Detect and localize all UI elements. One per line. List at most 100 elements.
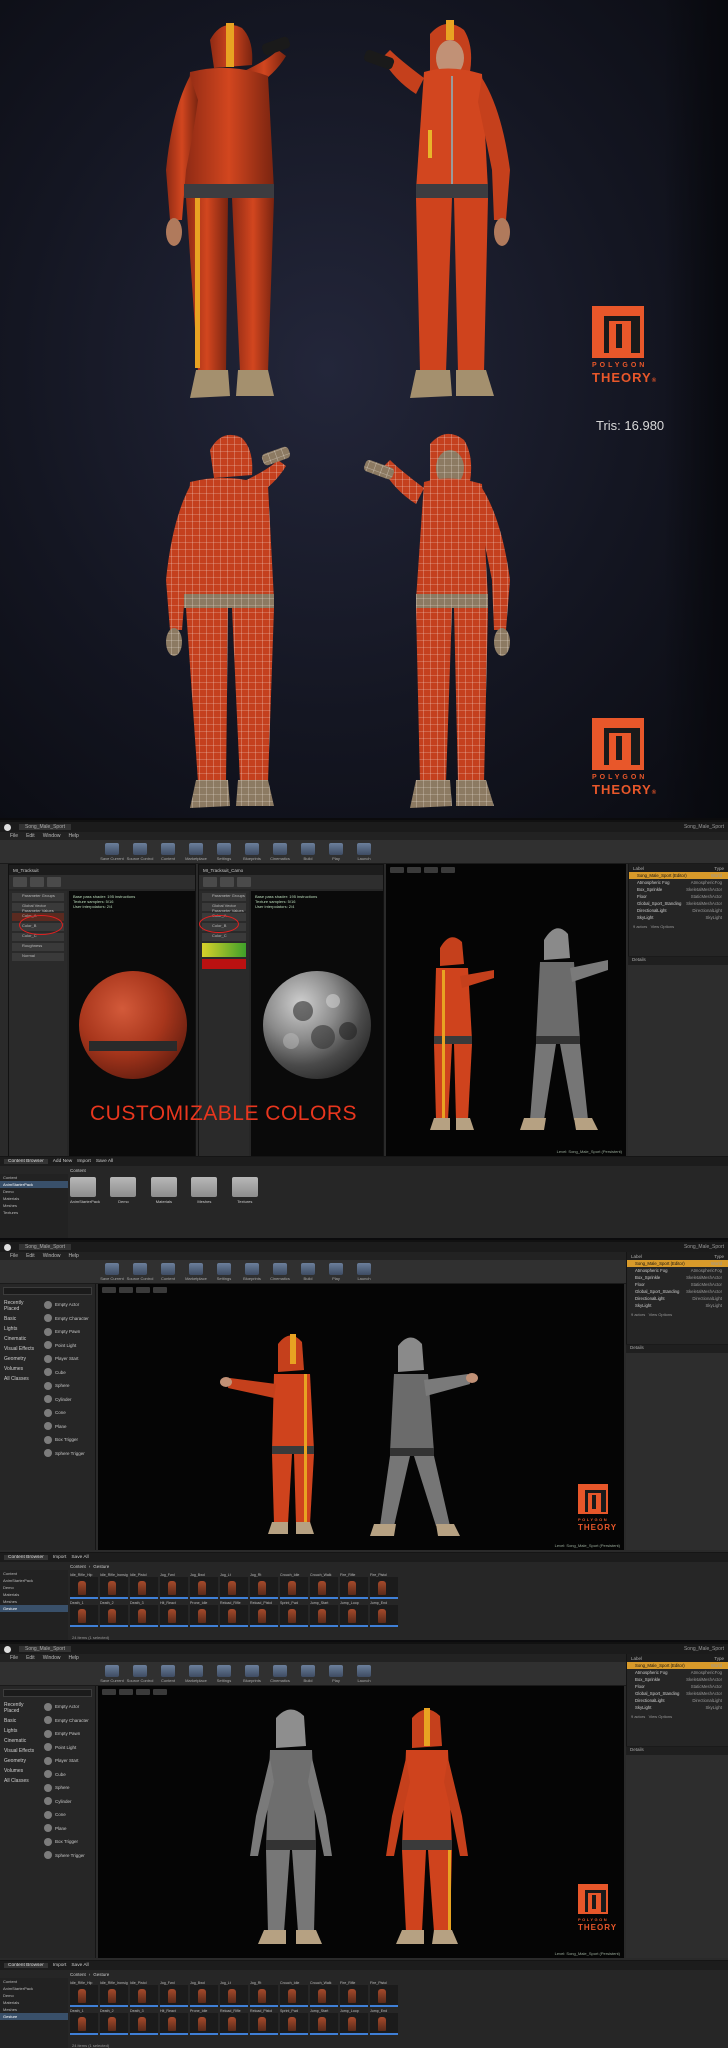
place-actor-item[interactable]: Empty Actor bbox=[0, 1298, 96, 1312]
level-viewport[interactable]: POLYGON THEORY Level: Song_Male_Sport (P… bbox=[98, 1284, 624, 1550]
tree-item[interactable]: Textures bbox=[0, 1209, 68, 1216]
save-all-button[interactable]: Save All bbox=[71, 1555, 88, 1560]
animation-asset[interactable]: Fire_Pistol bbox=[370, 1573, 398, 1599]
outliner-row[interactable]: Global_Sport_Standing SkeletalMeshActor bbox=[627, 1690, 728, 1697]
vp-menu[interactable] bbox=[102, 1689, 116, 1695]
level-tab[interactable]: Song_Male_Sport bbox=[19, 1244, 72, 1250]
place-actor-item[interactable]: Empty Pawn bbox=[0, 1325, 96, 1339]
place-actor-item[interactable]: Cone bbox=[0, 1406, 96, 1420]
tree-item[interactable]: Gesture bbox=[0, 2013, 68, 2020]
color-swatch-red[interactable] bbox=[202, 959, 246, 969]
outliner-row[interactable]: SkyLight SkyLight bbox=[627, 1302, 728, 1309]
toolbar-settings-button[interactable]: Settings bbox=[212, 1262, 236, 1282]
menu-edit[interactable]: Edit bbox=[26, 833, 35, 839]
animation-asset[interactable]: Jog_Fwd bbox=[160, 1573, 188, 1599]
place-actor-item[interactable]: Empty Character bbox=[0, 1714, 96, 1728]
tree-item[interactable]: AnimStarterPack bbox=[0, 1985, 68, 1992]
menu-edit[interactable]: Edit bbox=[26, 1253, 35, 1259]
tree-item[interactable]: Meshes bbox=[0, 1202, 68, 1209]
content-browser-tab[interactable]: Content Browser bbox=[4, 1963, 48, 1968]
place-actor-item[interactable]: Empty Character bbox=[0, 1312, 96, 1326]
animation-asset[interactable]: Idle_Rifle_Hip bbox=[70, 1981, 98, 2007]
toolbar-blueprints-button[interactable]: Blueprints bbox=[240, 1262, 264, 1282]
toolbar-save-button[interactable]: Save Current bbox=[100, 842, 124, 862]
tree-item[interactable]: Demo bbox=[0, 1584, 68, 1591]
animation-asset[interactable]: Death_3 bbox=[130, 1601, 158, 1627]
animation-asset[interactable]: Death_3 bbox=[130, 2009, 158, 2035]
tree-item[interactable]: Meshes bbox=[0, 1598, 68, 1605]
param-color-c[interactable]: Color_C bbox=[202, 933, 246, 941]
modes-search-input[interactable] bbox=[3, 1287, 92, 1295]
me-save-button[interactable] bbox=[203, 877, 217, 887]
animation-asset[interactable]: Crouch_Idle bbox=[280, 1573, 308, 1599]
outliner-row[interactable]: Floor StaticMeshActor bbox=[629, 893, 728, 900]
animation-asset[interactable]: Fire_Rifle bbox=[340, 1573, 368, 1599]
vp-menu[interactable] bbox=[390, 867, 404, 873]
outliner-row[interactable]: Atmospheric Fog AtmosphericFog bbox=[627, 1669, 728, 1676]
vp-show[interactable] bbox=[153, 1689, 167, 1695]
animation-asset[interactable]: Crouch_Idle bbox=[280, 1981, 308, 2007]
content-browser-tab[interactable]: Content Browser bbox=[4, 1159, 48, 1164]
vp-lit[interactable] bbox=[424, 867, 438, 873]
tree-item[interactable]: AnimStarterPack bbox=[0, 1577, 68, 1584]
tree-item[interactable]: Gesture bbox=[0, 1605, 68, 1612]
animation-asset[interactable]: Prone_Idle bbox=[190, 1601, 218, 1627]
folder-item[interactable]: AnimStarterPack bbox=[70, 1177, 100, 1204]
animation-asset[interactable]: Jump_End bbox=[370, 2009, 398, 2035]
toolbar-source-control-button[interactable]: Source Control bbox=[127, 1262, 153, 1282]
menu-help[interactable]: Help bbox=[68, 1655, 78, 1661]
outliner-row[interactable]: Box_Sprinkle SkeletalMeshActor bbox=[627, 1274, 728, 1281]
animation-asset[interactable]: Jog_Rt bbox=[250, 1573, 278, 1599]
vp-lit[interactable] bbox=[136, 1287, 150, 1293]
vp-show[interactable] bbox=[153, 1287, 167, 1293]
toolbar-content-button[interactable]: Content bbox=[156, 842, 180, 862]
animation-asset[interactable]: Jog_Fwd bbox=[160, 1981, 188, 2007]
tree-item[interactable]: Demo bbox=[0, 1992, 68, 1999]
toolbar-cinematics-button[interactable]: Cinematics bbox=[268, 1262, 292, 1282]
place-actor-item[interactable]: Cube bbox=[0, 1768, 96, 1782]
toolbar-save-button[interactable]: Save Current bbox=[100, 1664, 124, 1684]
toolbar-blueprints-button[interactable]: Blueprints bbox=[240, 842, 264, 862]
outliner-row[interactable]: Floor StaticMeshActor bbox=[627, 1281, 728, 1288]
toolbar-play-button[interactable]: Play bbox=[324, 842, 348, 862]
tree-item[interactable]: Demo bbox=[0, 1188, 68, 1195]
color-swatch-yellow-green[interactable] bbox=[202, 943, 246, 957]
place-actor-item[interactable]: Cylinder bbox=[0, 1393, 96, 1407]
outliner-row[interactable]: Song_Male_Sport (Editor) World bbox=[627, 1260, 728, 1267]
animation-asset[interactable]: Crouch_Walk bbox=[310, 1981, 338, 2007]
toolbar-play-button[interactable]: Play bbox=[324, 1664, 348, 1684]
me-params-button[interactable] bbox=[237, 877, 251, 887]
menu-window[interactable]: Window bbox=[43, 1655, 61, 1661]
menu-window[interactable]: Window bbox=[43, 1253, 61, 1259]
animation-asset[interactable]: Death_1 bbox=[70, 1601, 98, 1627]
animation-asset[interactable]: Idle_Rifle_Ironsights bbox=[100, 1981, 128, 2007]
vp-perspective[interactable] bbox=[119, 1287, 133, 1293]
place-actor-item[interactable]: Cube bbox=[0, 1366, 96, 1380]
animation-asset[interactable]: Death_2 bbox=[100, 2009, 128, 2035]
param-roughness[interactable]: Roughness bbox=[12, 943, 64, 951]
me-params-button[interactable] bbox=[47, 877, 61, 887]
animation-asset[interactable]: Idle_Pistol bbox=[130, 1573, 158, 1599]
toolbar-cinematics-button[interactable]: Cinematics bbox=[268, 1664, 292, 1684]
outliner-row[interactable]: Atmospheric Fog AtmosphericFog bbox=[629, 879, 728, 886]
outliner-row[interactable]: Global_Sport_Standing SkeletalMeshActor bbox=[627, 1288, 728, 1295]
toolbar-source-control-button[interactable]: Source Control bbox=[127, 842, 153, 862]
toolbar-settings-button[interactable]: Settings bbox=[212, 1664, 236, 1684]
toolbar-content-button[interactable]: Content bbox=[156, 1262, 180, 1282]
add-new-button[interactable]: Add New bbox=[53, 1159, 72, 1164]
import-button[interactable]: Import bbox=[53, 1555, 67, 1560]
animation-asset[interactable]: Jog_Lt bbox=[220, 1981, 248, 2007]
toolbar-source-control-button[interactable]: Source Control bbox=[127, 1664, 153, 1684]
toolbar-launch-button[interactable]: Launch bbox=[352, 1262, 376, 1282]
tree-item[interactable]: Materials bbox=[0, 1195, 68, 1202]
me-browse-button[interactable] bbox=[220, 877, 234, 887]
tree-item[interactable]: Content bbox=[0, 1174, 68, 1181]
menu-file[interactable]: File bbox=[10, 1655, 18, 1661]
toolbar-cinematics-button[interactable]: Cinematics bbox=[268, 842, 292, 862]
me-save-button[interactable] bbox=[13, 877, 27, 887]
outliner-row[interactable]: Global_Sport_Standing SkeletalMeshActor bbox=[629, 900, 728, 907]
tree-item[interactable]: Meshes bbox=[0, 2006, 68, 2013]
animation-asset[interactable]: Jump_Loop bbox=[340, 1601, 368, 1627]
toolbar-build-button[interactable]: Build bbox=[296, 842, 320, 862]
toolbar-play-button[interactable]: Play bbox=[324, 1262, 348, 1282]
